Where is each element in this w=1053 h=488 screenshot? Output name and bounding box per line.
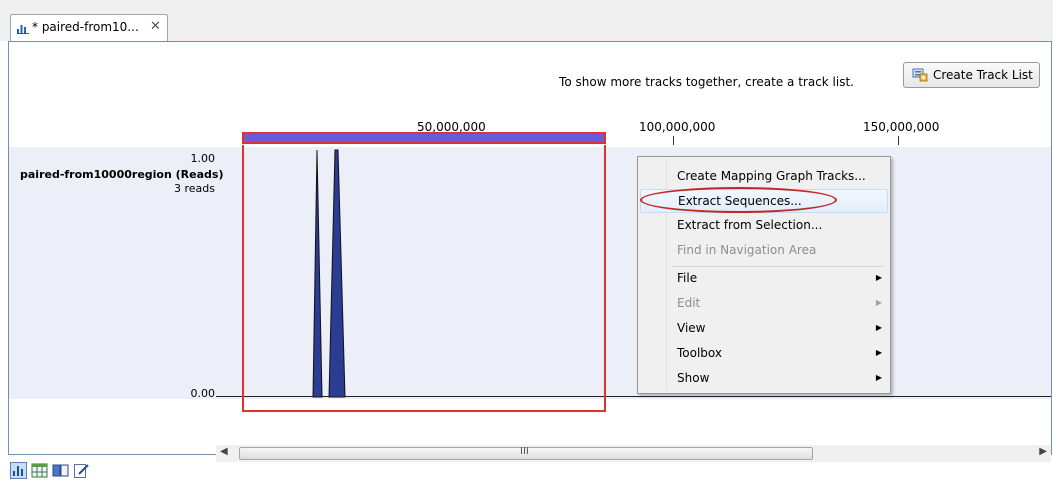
track-list-icon: [912, 68, 928, 82]
menu-item-label: Toolbox: [677, 346, 722, 360]
tab-paired-from10[interactable]: * paired-from10... ✕: [10, 14, 168, 41]
history-icon[interactable]: [52, 462, 69, 479]
submenu-arrow-icon: ▶: [875, 323, 882, 332]
edit-icon[interactable]: [73, 462, 90, 479]
menu-item-label: View: [677, 321, 706, 335]
view-switcher: [8, 462, 208, 482]
menu-item-label: Find in Navigation Area: [677, 243, 817, 257]
menu-item-label: File: [677, 271, 698, 285]
selection-bar[interactable]: [242, 132, 606, 144]
track-view-editor: To show more tracks together, create a t…: [8, 41, 1052, 462]
close-icon[interactable]: ✕: [150, 19, 161, 34]
submenu-arrow-icon: ▶: [875, 373, 882, 382]
menu-item-view[interactable]: View ▶: [640, 317, 888, 341]
ruler-label-150m: 150,000,000: [863, 120, 940, 134]
submenu-arrow-icon: ▶: [875, 273, 882, 282]
create-track-list-button[interactable]: Create Track List: [903, 62, 1040, 88]
tab-strip: * paired-from10... ✕: [0, 0, 1053, 41]
menu-item-label: Extract from Selection...: [677, 218, 823, 232]
track-y-min: 0.00: [190, 387, 216, 400]
menu-item-file[interactable]: File ▶: [640, 267, 888, 291]
scroll-thumb[interactable]: III: [239, 446, 813, 460]
ruler-label-100m: 100,000,000: [639, 120, 716, 134]
track-read-count: 3 reads: [174, 182, 215, 195]
selection-region: [242, 145, 606, 412]
menu-item-create-mapping-graph-tracks[interactable]: Create Mapping Graph Tracks...: [640, 165, 888, 189]
menu-item-label: Create Mapping Graph Tracks...: [677, 169, 866, 183]
create-track-list-label: Create Track List: [933, 68, 1033, 82]
submenu-arrow-icon: ▶: [875, 348, 882, 357]
menu-item-show[interactable]: Show ▶: [640, 367, 888, 391]
scroll-right-arrow[interactable]: ▶: [1039, 446, 1047, 457]
track-list-hint: To show more tracks together, create a t…: [559, 75, 854, 89]
scroll-grip: III: [520, 446, 529, 457]
ruler-tick: [898, 136, 899, 145]
annotation-ellipse: [640, 187, 837, 213]
horizontal-scrollbar[interactable]: ◀ III ▶: [216, 445, 1051, 462]
track-name: paired-from10000region (Reads): [20, 168, 224, 181]
bar-chart-icon: [17, 25, 29, 34]
table-view-icon[interactable]: [31, 462, 48, 479]
track-y-max: 1.00: [190, 152, 216, 165]
menu-item-edit: Edit ▶: [640, 292, 888, 316]
scroll-left-arrow[interactable]: ◀: [220, 446, 228, 457]
menu-item-label: Edit: [677, 296, 701, 310]
tab-label: * paired-from10...: [32, 20, 139, 34]
ruler-tick: [673, 136, 674, 145]
menu-item-toolbox[interactable]: Toolbox ▶: [640, 342, 888, 366]
menu-item-extract-from-selection[interactable]: Extract from Selection...: [640, 214, 888, 238]
submenu-arrow-icon: ▶: [875, 298, 882, 307]
menu-item-find-in-navigation-area: Find in Navigation Area: [640, 239, 888, 263]
graph-view-icon[interactable]: [10, 462, 27, 479]
menu-item-label: Show: [677, 371, 710, 385]
